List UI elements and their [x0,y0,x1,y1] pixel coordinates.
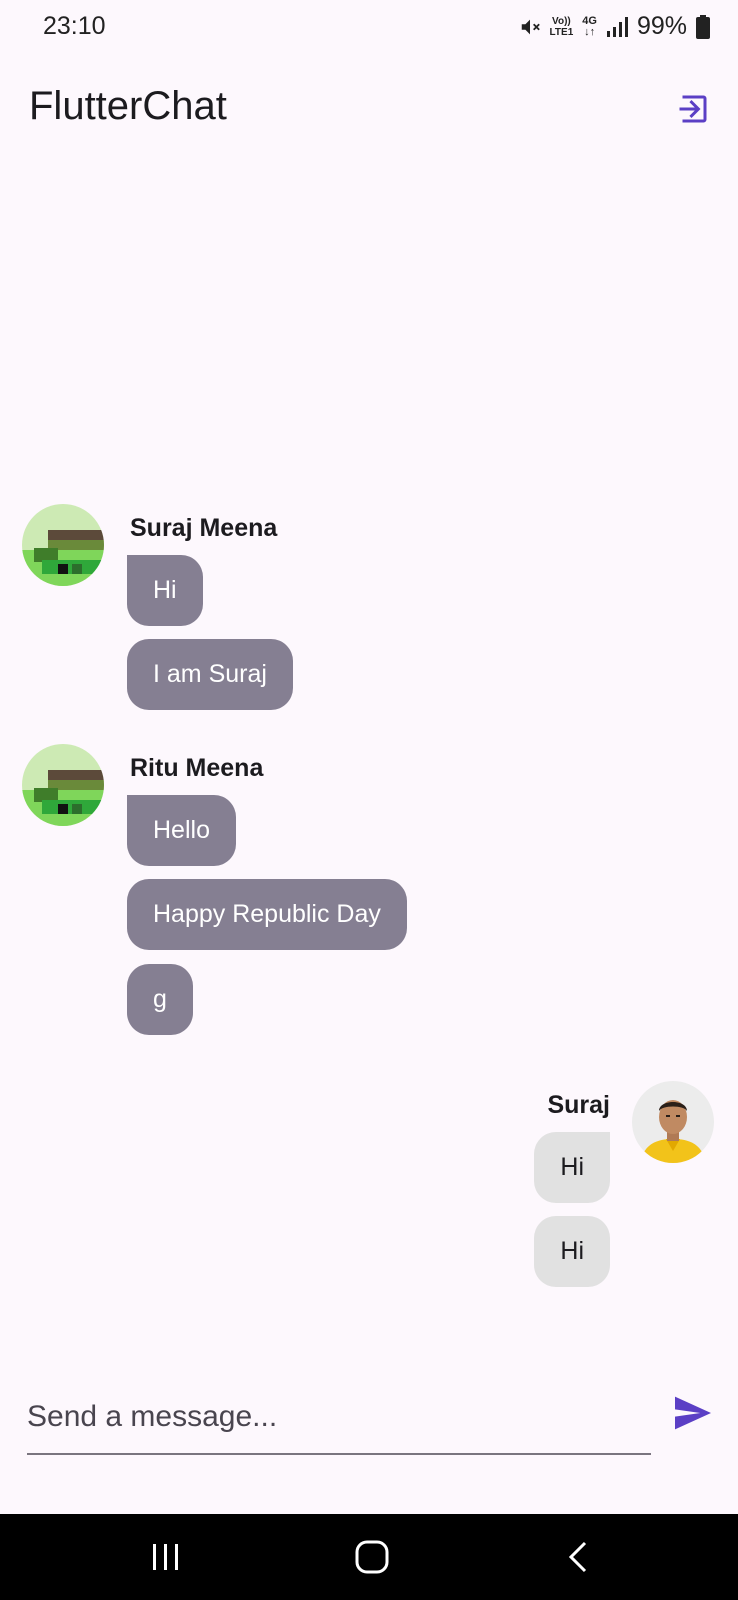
signal-icon [606,16,628,37]
chat-bubble[interactable]: Hi [127,555,203,626]
network-type-label: 4G [582,14,597,27]
back-icon [568,1541,587,1573]
mute-icon [521,19,540,34]
page-title: FlutterChat [29,84,227,128]
user-photo-icon [632,1081,714,1163]
battery-icon [696,14,710,39]
logout-button[interactable] [672,88,714,130]
message-list[interactable]: Suraj Meena Hi I am Suraj Ritu Meena Hel… [0,146,738,1366]
volte-top-label: Vo)) [552,15,571,27]
status-icons: Vo)) LTE1 4G ↓↑ 99% [519,12,710,41]
send-icon [675,1396,711,1430]
avatar [22,744,104,826]
network-type-icon: 4G ↓↑ [582,14,597,38]
chat-bubble[interactable]: Hello [127,795,236,866]
status-time: 23:10 [43,12,106,40]
sender-name: Suraj [547,1091,610,1119]
pixel-avatar-icon [22,504,104,586]
logout-icon [679,95,707,123]
data-arrows-icon: ↓↑ [584,25,596,38]
status-bar: 23:10 Vo)) LTE1 4G ↓↑ 99% [0,0,738,56]
volte-icon: Vo)) LTE1 [550,16,574,38]
chat-bubble[interactable]: g [127,964,193,1035]
home-icon [355,1540,389,1574]
chat-bubble[interactable]: Happy Republic Day [127,879,407,950]
avatar [632,1081,714,1163]
chat-bubble[interactable]: I am Suraj [127,639,293,710]
sender-name: Suraj Meena [130,514,278,542]
message-input[interactable] [27,1380,651,1455]
home-button[interactable] [312,1514,432,1600]
volte-bottom-label: LTE1 [549,26,574,38]
recent-apps-icon [153,1544,178,1570]
send-button[interactable] [668,1388,718,1438]
app-bar: FlutterChat [0,70,738,146]
chat-bubble[interactable]: Hi [534,1132,610,1203]
back-button[interactable] [518,1514,638,1600]
message-composer [0,1366,738,1484]
system-nav-bar [0,1514,738,1600]
recent-apps-button[interactable] [106,1514,226,1600]
sender-name: Ritu Meena [130,754,264,782]
pixel-avatar-icon [22,744,104,826]
chat-bubble[interactable]: Hi [534,1216,610,1287]
battery-percent: 99% [636,12,687,40]
avatar [22,504,104,586]
